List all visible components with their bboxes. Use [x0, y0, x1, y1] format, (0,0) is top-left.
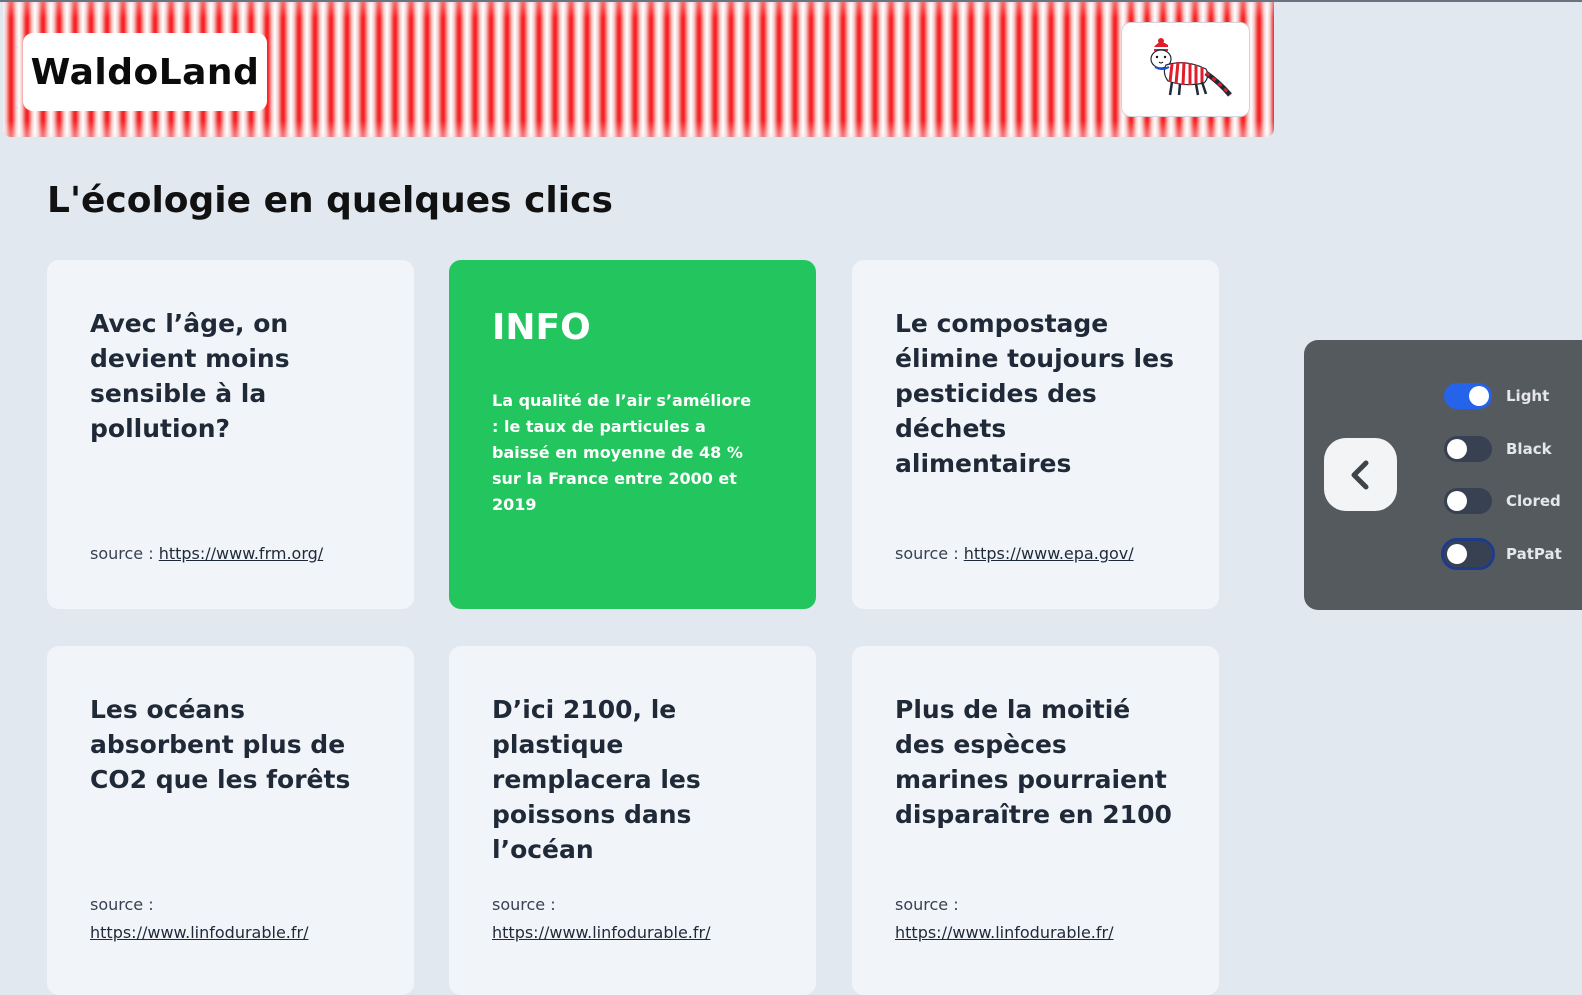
- toggle-label: PatPat: [1506, 545, 1562, 563]
- avatar[interactable]: [1121, 22, 1250, 117]
- source-label: source :: [90, 544, 159, 563]
- card-title: Avec l’âge, on devient moins sensible à …: [90, 309, 290, 443]
- waldo-cat-icon: [1149, 37, 1232, 97]
- toggle-knob: [1447, 439, 1467, 459]
- header-banner: WaldoLand: [3, 2, 1274, 137]
- source-link[interactable]: https://www.linfodurable.fr/: [90, 923, 309, 942]
- info-card[interactable]: INFO La qualité de l’air s’améliore : le…: [449, 260, 816, 609]
- source-label: source :: [895, 544, 964, 563]
- source-link[interactable]: https://www.epa.gov/: [964, 544, 1134, 563]
- theme-toggle-clored[interactable]: Clored: [1444, 486, 1561, 516]
- card-source: source : https://www.linfodurable.fr/: [90, 891, 390, 947]
- toggle-switch[interactable]: [1444, 383, 1492, 409]
- toggle-switch[interactable]: [1441, 538, 1495, 570]
- fact-card[interactable]: Plus de la moitié des espèces marines po…: [852, 646, 1219, 995]
- chevron-left-icon: [1351, 460, 1368, 489]
- toggle-knob: [1447, 544, 1467, 564]
- source-link[interactable]: https://www.linfodurable.fr/: [492, 923, 711, 942]
- fact-card[interactable]: Le compostage élimine toujours les pesti…: [852, 260, 1219, 609]
- source-label: source :: [492, 895, 556, 914]
- logo[interactable]: WaldoLand: [23, 33, 267, 111]
- toggle-label: Light: [1506, 387, 1550, 405]
- card-title: Les océans absorbent plus de CO2 que les…: [90, 695, 351, 794]
- fact-card[interactable]: Les océans absorbent plus de CO2 que les…: [47, 646, 414, 995]
- card-title: Plus de la moitié des espèces marines po…: [895, 695, 1172, 829]
- theme-toggle-patpat[interactable]: PatPat: [1441, 538, 1562, 570]
- collapse-panel-button[interactable]: [1324, 438, 1397, 511]
- info-title: INFO: [492, 307, 591, 348]
- card-source: source : https://www.linfodurable.fr/: [895, 891, 1195, 947]
- theme-toggle-black[interactable]: Black: [1444, 434, 1552, 464]
- card-source: source : https://www.frm.org/: [90, 540, 390, 568]
- card-title: D’ici 2100, le plastique remplacera les …: [492, 695, 701, 864]
- fact-card[interactable]: Avec l’âge, on devient moins sensible à …: [47, 260, 414, 609]
- theme-panel: Light Black Clored PatPat: [1304, 340, 1582, 610]
- info-body: La qualité de l’air s’améliore : le taux…: [492, 391, 752, 514]
- toggle-label: Clored: [1506, 492, 1561, 510]
- page-title: L'écologie en quelques clics: [47, 180, 613, 221]
- source-label: source :: [90, 895, 154, 914]
- theme-toggle-light[interactable]: Light: [1444, 381, 1549, 411]
- source-label: source :: [895, 895, 959, 914]
- source-link[interactable]: https://www.linfodurable.fr/: [895, 923, 1114, 942]
- card-source: source : https://www.epa.gov/: [895, 540, 1195, 568]
- toggle-switch[interactable]: [1444, 488, 1492, 514]
- logo-text: WaldoLand: [30, 51, 260, 93]
- card-title: Le compostage élimine toujours les pesti…: [895, 309, 1174, 478]
- fact-card[interactable]: D’ici 2100, le plastique remplacera les …: [449, 646, 816, 995]
- source-link[interactable]: https://www.frm.org/: [159, 544, 323, 563]
- card-source: source : https://www.linfodurable.fr/: [492, 891, 792, 947]
- toggle-knob: [1447, 491, 1467, 511]
- toggle-switch[interactable]: [1444, 436, 1492, 462]
- toggle-label: Black: [1506, 440, 1552, 458]
- toggle-knob: [1469, 386, 1489, 406]
